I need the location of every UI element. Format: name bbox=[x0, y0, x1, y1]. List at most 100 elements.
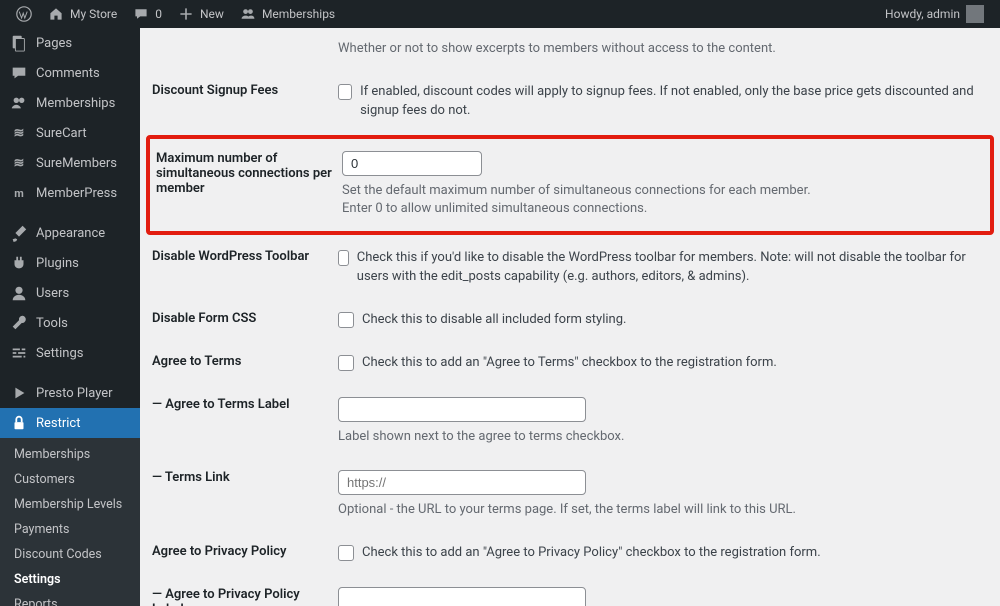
menu-presto[interactable]: Presto Player bbox=[0, 378, 140, 408]
menu-memberships[interactable]: Memberships bbox=[0, 88, 140, 118]
agree-terms-checkbox-wrap[interactable]: Check this to add an "Agree to Terms" ch… bbox=[338, 354, 988, 373]
new-label: New bbox=[200, 7, 224, 21]
row-disable-css: Disable Form CSS Check this to disable a… bbox=[152, 299, 988, 342]
wp-logo[interactable] bbox=[8, 6, 40, 22]
row-disable-toolbar: Disable WordPress Toolbar Check this if … bbox=[152, 237, 988, 299]
site-title: My Store bbox=[70, 7, 117, 21]
disable-toolbar-checkbox[interactable] bbox=[338, 250, 349, 266]
terms-link-input[interactable] bbox=[338, 470, 586, 495]
sidebar-item-label: SureCart bbox=[36, 126, 87, 141]
sidebar-item-label: SureMembers bbox=[36, 156, 117, 171]
user-menu[interactable]: Howdy, admin bbox=[877, 5, 992, 23]
menu-appearance[interactable]: Appearance bbox=[0, 218, 140, 248]
menu-suremembers[interactable]: ≋ SureMembers bbox=[0, 148, 140, 178]
menu-settings[interactable]: Settings bbox=[0, 338, 140, 368]
plugin-icon bbox=[10, 254, 28, 272]
sidebar-item-label: MemberPress bbox=[36, 186, 117, 201]
play-icon bbox=[10, 384, 28, 402]
disable-css-label: Disable Form CSS bbox=[152, 311, 338, 326]
submenu-settings[interactable]: Settings bbox=[0, 567, 140, 592]
comment-count: 0 bbox=[155, 7, 162, 21]
agree-privacy-label-input[interactable] bbox=[338, 587, 586, 606]
wrench-icon bbox=[10, 314, 28, 332]
max-conn-desc1: Set the default maximum number of simult… bbox=[342, 182, 984, 201]
agree-terms-checkbox[interactable] bbox=[338, 355, 354, 371]
memberships-link[interactable]: Memberships bbox=[232, 6, 343, 22]
max-conn-input[interactable] bbox=[342, 151, 482, 176]
agree-privacy-label: Agree to Privacy Policy bbox=[152, 544, 338, 559]
submenu-customers[interactable]: Customers bbox=[0, 467, 140, 492]
sidebar-item-label: Users bbox=[36, 286, 69, 301]
row-excerpts-truncated: Whether or not to show excerpts to membe… bbox=[152, 28, 988, 71]
disable-toolbar-checkbox-wrap[interactable]: Check this if you'd like to disable the … bbox=[338, 249, 988, 287]
disable-toolbar-label: Disable WordPress Toolbar bbox=[152, 249, 338, 264]
avatar bbox=[966, 5, 984, 23]
submenu-memberships[interactable]: Memberships bbox=[0, 442, 140, 467]
sidebar-item-label: Settings bbox=[36, 346, 83, 361]
menu-restrict[interactable]: Restrict bbox=[0, 408, 140, 438]
disable-css-checkbox[interactable] bbox=[338, 312, 354, 328]
submenu-levels[interactable]: Membership Levels bbox=[0, 492, 140, 517]
groups-icon bbox=[10, 94, 28, 112]
terms-link-hint: Optional - the URL to your terms page. I… bbox=[338, 501, 988, 520]
disable-toolbar-desc: Check this if you'd like to disable the … bbox=[357, 249, 988, 287]
discount-fees-desc: If enabled, discount codes will apply to… bbox=[360, 83, 988, 121]
sidebar-item-label: Memberships bbox=[36, 96, 115, 111]
row-agree-privacy: Agree to Privacy Policy Check this to ad… bbox=[152, 532, 988, 575]
memberpress-icon: m bbox=[10, 184, 28, 202]
admin-bar: My Store 0 New Memberships Howdy, admin bbox=[0, 0, 1000, 28]
agree-terms-desc: Check this to add an "Agree to Terms" ch… bbox=[362, 354, 777, 373]
agree-terms-label-field: — Agree to Terms Label bbox=[152, 397, 290, 412]
lock-icon bbox=[10, 414, 28, 432]
memberships-label: Memberships bbox=[262, 7, 335, 21]
submenu-payments[interactable]: Payments bbox=[0, 517, 140, 542]
suremembers-icon: ≋ bbox=[10, 154, 28, 172]
comments-link[interactable]: 0 bbox=[125, 6, 170, 22]
agree-privacy-checkbox-wrap[interactable]: Check this to add an "Agree to Privacy P… bbox=[338, 544, 988, 563]
submenu-reports[interactable]: Reports bbox=[0, 592, 140, 606]
restrict-submenu: Memberships Customers Membership Levels … bbox=[0, 438, 140, 606]
disable-css-desc: Check this to disable all included form … bbox=[362, 311, 626, 330]
plus-icon bbox=[178, 6, 194, 22]
menu-surecart[interactable]: ≋ SureCart bbox=[0, 118, 140, 148]
max-conn-desc2: Enter 0 to allow unlimited simultaneous … bbox=[342, 200, 984, 219]
sidebar-item-label: Restrict bbox=[36, 416, 81, 431]
menu-tools[interactable]: Tools bbox=[0, 308, 140, 338]
disable-css-checkbox-wrap[interactable]: Check this to disable all included form … bbox=[338, 311, 988, 330]
sidebar-item-label: Plugins bbox=[36, 256, 79, 271]
menu-plugins[interactable]: Plugins bbox=[0, 248, 140, 278]
agree-terms-label-input[interactable] bbox=[338, 397, 586, 422]
site-name[interactable]: My Store bbox=[40, 6, 125, 22]
terms-link-label: — Terms Link bbox=[152, 470, 230, 485]
agree-terms-label-hint: Label shown next to the agree to terms c… bbox=[338, 428, 988, 447]
agree-privacy-checkbox[interactable] bbox=[338, 545, 354, 561]
sidebar-item-label: Appearance bbox=[36, 226, 105, 241]
agree-privacy-desc: Check this to add an "Agree to Privacy P… bbox=[362, 544, 821, 563]
submenu-discounts[interactable]: Discount Codes bbox=[0, 542, 140, 567]
admin-sidebar: Pages Comments Memberships ≋ SureCart ≋ … bbox=[0, 28, 140, 606]
discount-fees-checkbox-wrap[interactable]: If enabled, discount codes will apply to… bbox=[338, 83, 988, 121]
menu-users[interactable]: Users bbox=[0, 278, 140, 308]
agree-terms-label: Agree to Terms bbox=[152, 354, 338, 369]
new-link[interactable]: New bbox=[170, 6, 232, 22]
highlighted-max-connections: Maximum number of simultaneous connectio… bbox=[146, 135, 994, 236]
menu-memberpress[interactable]: m MemberPress bbox=[0, 178, 140, 208]
discount-fees-label: Discount Signup Fees bbox=[152, 83, 338, 98]
settings-content: Whether or not to show excerpts to membe… bbox=[140, 28, 1000, 606]
row-agree-privacy-label: — Agree to Privacy Policy Label Label sh… bbox=[152, 575, 988, 606]
user-icon bbox=[10, 284, 28, 302]
agree-privacy-label-field: — Agree to Privacy Policy Label bbox=[152, 587, 300, 606]
sidebar-item-label: Tools bbox=[36, 316, 68, 331]
groups-icon bbox=[240, 6, 256, 22]
max-conn-label: Maximum number of simultaneous connectio… bbox=[156, 151, 342, 196]
comments-icon bbox=[10, 64, 28, 82]
menu-comments[interactable]: Comments bbox=[0, 58, 140, 88]
row-agree-terms-label: — Agree to Terms Label Label shown next … bbox=[152, 385, 988, 459]
discount-fees-checkbox[interactable] bbox=[338, 84, 352, 100]
menu-pages[interactable]: Pages bbox=[0, 28, 140, 58]
howdy-text: Howdy, admin bbox=[885, 7, 960, 21]
row-terms-link: — Terms Link Optional - the URL to your … bbox=[152, 458, 988, 532]
excerpts-desc: Whether or not to show excerpts to membe… bbox=[338, 40, 988, 59]
pages-icon bbox=[10, 34, 28, 52]
row-agree-terms: Agree to Terms Check this to add an "Agr… bbox=[152, 342, 988, 385]
